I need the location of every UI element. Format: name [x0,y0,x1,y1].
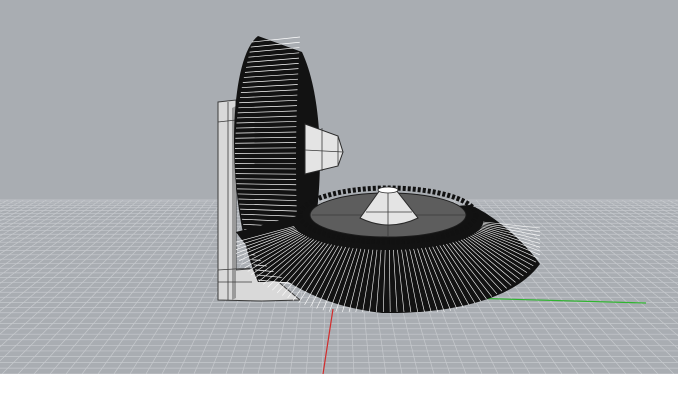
viewport-canvas[interactable] [0,0,678,374]
bevel-gear-assembly[interactable] [217,36,541,314]
viewport-bottom-bar [0,374,678,400]
vertical-gear-hub[interactable] [304,123,344,175]
horizontal-gear-hub[interactable] [359,186,419,226]
3d-viewport[interactable] [0,0,678,374]
